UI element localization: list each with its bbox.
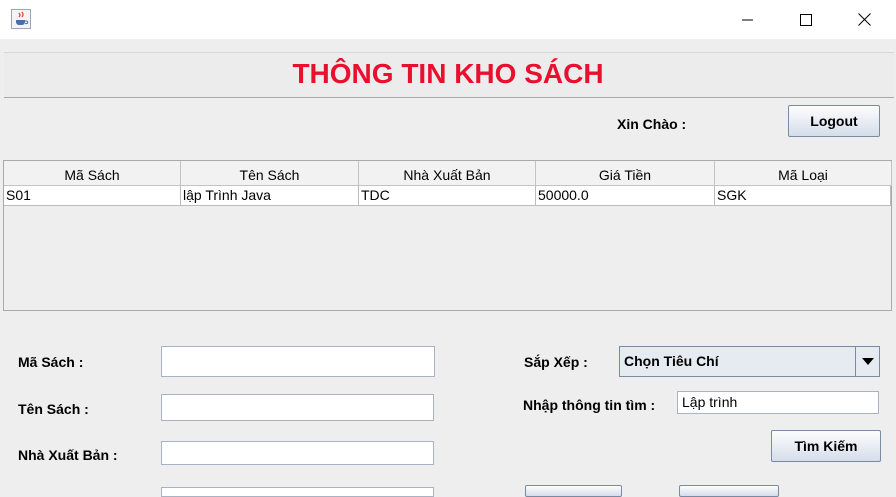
minimize-button[interactable]	[719, 0, 777, 39]
bottom-button-1[interactable]	[525, 485, 622, 497]
java-cup-icon	[11, 9, 31, 29]
ten-sach-input[interactable]	[161, 394, 434, 421]
sort-combobox[interactable]: Chọn Tiêu Chí	[619, 346, 880, 377]
column-header-gia-tien[interactable]: Giá Tiền	[536, 161, 715, 186]
ten-sach-label: Tên Sách :	[18, 401, 89, 417]
books-table[interactable]: Mã Sách Tên Sách Nhà Xuất Bản Giá Tiền M…	[3, 160, 892, 311]
bottom-button-2[interactable]	[679, 485, 779, 497]
sort-selected-value: Chọn Tiêu Chí	[624, 353, 719, 369]
logout-button[interactable]: Logout	[788, 105, 880, 137]
table-cell-ma-loai[interactable]: SGK	[715, 186, 891, 206]
column-header-ma-loai[interactable]: Mã Loại	[715, 161, 892, 186]
ma-sach-input[interactable]	[161, 346, 435, 377]
table-cell-ma-sach[interactable]: S01	[4, 186, 181, 206]
search-input-label: Nhập thông tin tìm :	[523, 397, 656, 413]
nha-xuat-ban-input[interactable]	[161, 441, 434, 465]
close-icon	[857, 13, 871, 26]
title-bar	[0, 0, 896, 39]
close-button[interactable]	[835, 0, 893, 39]
maximize-button[interactable]	[777, 0, 835, 39]
table-cell-gia-tien[interactable]: 50000.0	[536, 186, 715, 206]
triangle-down-icon	[862, 357, 874, 365]
search-input[interactable]: Lập trình	[677, 391, 879, 414]
page-title: THÔNG TIN KHO SÁCH	[292, 58, 604, 89]
column-header-ten-sach[interactable]: Tên Sách	[181, 161, 359, 186]
ma-sach-label: Mã Sách :	[18, 354, 84, 370]
extra-input[interactable]	[161, 487, 434, 497]
maximize-icon	[800, 13, 812, 26]
column-header-ma-sach[interactable]: Mã Sách	[4, 161, 181, 186]
column-header-nha-xuat-ban[interactable]: Nhà Xuất Bản	[359, 161, 536, 186]
sort-dropdown-button[interactable]	[855, 347, 880, 376]
minimize-icon	[742, 19, 753, 20]
sort-label: Sắp Xếp :	[524, 354, 588, 370]
table-cell-nha-xuat-ban[interactable]: TDC	[359, 186, 536, 206]
nha-xuat-ban-label: Nhà Xuất Bản :	[18, 447, 118, 463]
greeting-label: Xin Chào :	[617, 116, 687, 132]
table-cell-ten-sach[interactable]: lập Trình Java	[181, 186, 359, 206]
search-button[interactable]: Tìm Kiếm	[771, 430, 881, 462]
